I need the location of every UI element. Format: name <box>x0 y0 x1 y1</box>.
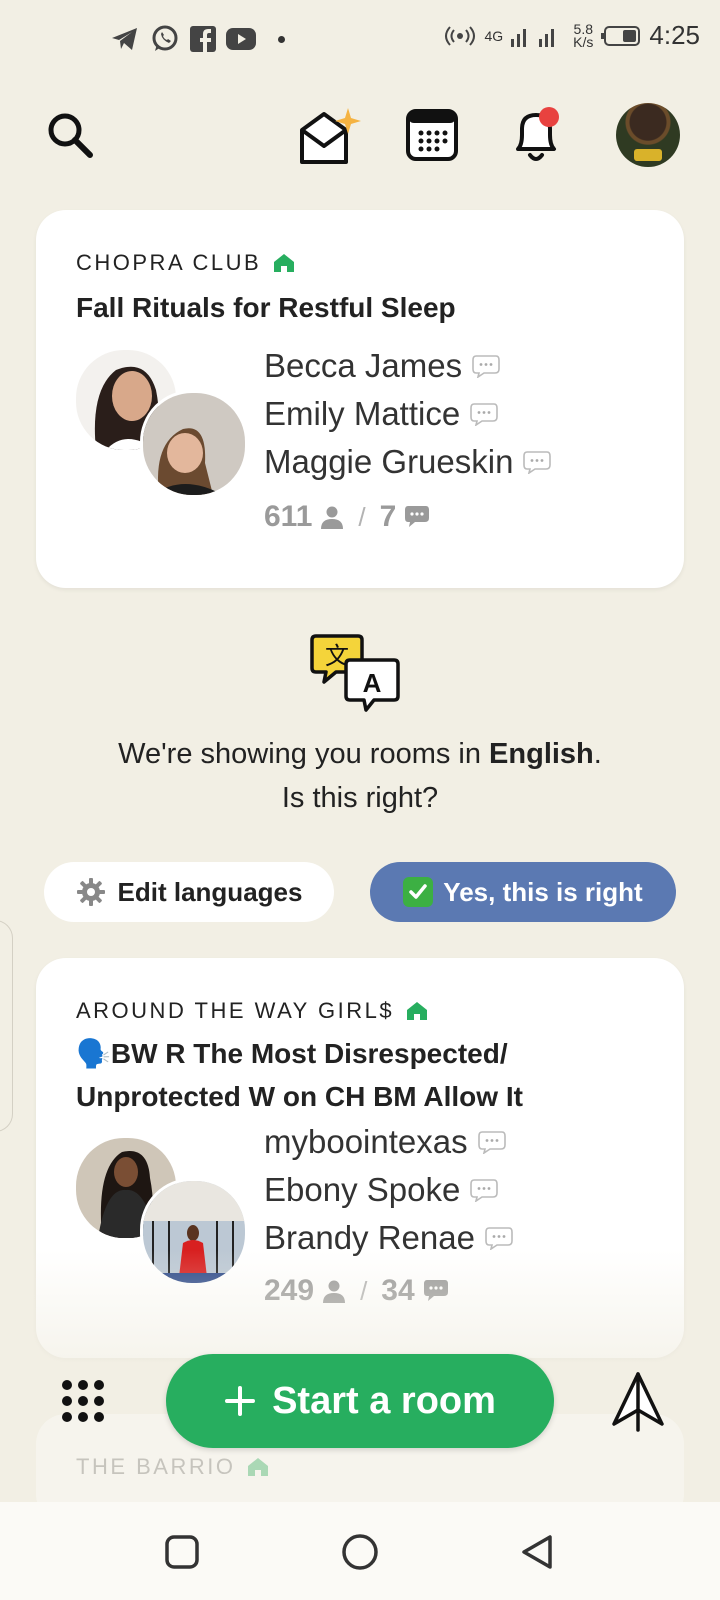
club-name: CHOPRA CLUB <box>76 250 295 276</box>
more-notifications-dot <box>278 35 285 43</box>
speaker-name: Becca James <box>264 342 551 390</box>
club-label: THE BARRIO <box>76 1454 236 1479</box>
network-type: 4G <box>484 27 504 44</box>
chat-count: 7 <box>379 500 397 533</box>
side-drawer-handle[interactable] <box>0 920 13 1132</box>
profile-avatar[interactable] <box>616 103 680 167</box>
speaker-avatar <box>140 390 248 498</box>
club-label: AROUND THE WAY GIRL$ <box>76 998 395 1023</box>
calendar-button[interactable] <box>402 105 462 165</box>
recent-apps-icon[interactable] <box>162 1532 202 1572</box>
club-label: CHOPRA CLUB <box>76 250 262 275</box>
edit-languages-label: Edit languages <box>117 876 303 907</box>
room-stats: 611 / 7 <box>264 500 430 534</box>
hotspot-icon <box>445 25 476 46</box>
speaker-name: Ebony Spoke <box>264 1166 513 1214</box>
send-button[interactable] <box>608 1370 668 1434</box>
invite-envelope-icon <box>300 108 361 164</box>
status-notification-icons <box>110 24 285 54</box>
club-name: THE BARRIO <box>76 1454 269 1480</box>
speaking-head-emoji: 🗣️ <box>76 1038 111 1069</box>
start-room-label: Start a room <box>272 1379 496 1422</box>
listener-count: 611 <box>264 500 313 533</box>
back-icon[interactable] <box>518 1532 558 1572</box>
speaker-name: Maggie Grueskin <box>264 438 552 486</box>
speaker-name: myboointexas <box>264 1118 513 1166</box>
invite-button[interactable] <box>296 105 368 165</box>
confirm-language-button[interactable]: Yes, this is right <box>370 862 676 922</box>
house-icon <box>274 254 295 272</box>
search-icon <box>48 113 93 158</box>
room-card[interactable]: CHOPRA CLUB Fall Rituals for Restful Sle… <box>36 210 684 588</box>
notifications-button[interactable] <box>506 105 566 165</box>
house-icon <box>248 1458 269 1476</box>
telegram-icon <box>112 28 137 50</box>
person-icon <box>321 506 344 529</box>
youtube-icon <box>226 28 256 50</box>
start-room-button[interactable]: Start a room <box>166 1354 554 1448</box>
rooms-grid-button[interactable] <box>60 1378 106 1424</box>
speaker-avatars <box>76 350 248 498</box>
translate-icon: 文 A <box>310 634 400 712</box>
check-mark-icon <box>403 877 434 907</box>
clock: 4:25 <box>649 20 700 50</box>
search-button[interactable] <box>40 105 100 165</box>
speech-bubble-icon <box>470 403 499 426</box>
plus-icon <box>225 1386 256 1416</box>
system-navigation-bar <box>0 1502 720 1600</box>
room-title: Fall Rituals for Restful Sleep <box>76 292 456 323</box>
speech-bubble-icon <box>477 1131 506 1154</box>
current-language: English <box>489 738 594 770</box>
paper-plane-icon <box>612 1372 664 1432</box>
language-message: We're showing you rooms in English. Is t… <box>0 732 720 820</box>
signal-icon <box>511 28 555 47</box>
home-icon[interactable] <box>340 1532 380 1572</box>
network-speed-unit: K/s <box>573 33 594 50</box>
chat-icon <box>405 506 430 527</box>
club-name: AROUND THE WAY GIRL$ <box>76 998 428 1024</box>
edit-languages-button[interactable]: Edit languages <box>44 862 334 922</box>
speaker-name: Emily Mattice <box>264 390 551 438</box>
speaker-list: Becca James Emily Mattice Maggie Grueski… <box>264 342 552 486</box>
svg-text:A: A <box>363 668 382 698</box>
confirm-language-label: Yes, this is right <box>443 876 643 907</box>
facebook-icon <box>190 26 216 52</box>
speaker-list: myboointexas Ebony Spoke Brandy Renae <box>264 1118 513 1262</box>
status-bar: 4G 5.8 K/s 4:25 <box>0 0 720 80</box>
language-question: Is this right? <box>281 782 439 814</box>
bottom-action-bar: Start a room <box>0 1350 720 1450</box>
battery-icon <box>601 25 641 46</box>
stats-separator: / <box>358 501 366 532</box>
speech-bubble-icon <box>472 355 500 378</box>
status-system-icons: 4G 5.8 K/s 4:25 <box>444 20 700 51</box>
speech-bubble-icon <box>523 451 552 474</box>
bell-icon <box>516 107 559 161</box>
house-icon <box>407 1002 428 1020</box>
speech-bubble-icon <box>485 1227 513 1250</box>
speech-bubble-icon <box>470 1179 499 1202</box>
gear-icon <box>76 878 105 906</box>
whatsapp-icon <box>152 25 178 51</box>
room-title: 🗣️BW R The Most Disrespected/ Unprotecte… <box>76 1038 523 1112</box>
calendar-icon <box>406 109 458 161</box>
top-app-bar <box>0 95 720 175</box>
